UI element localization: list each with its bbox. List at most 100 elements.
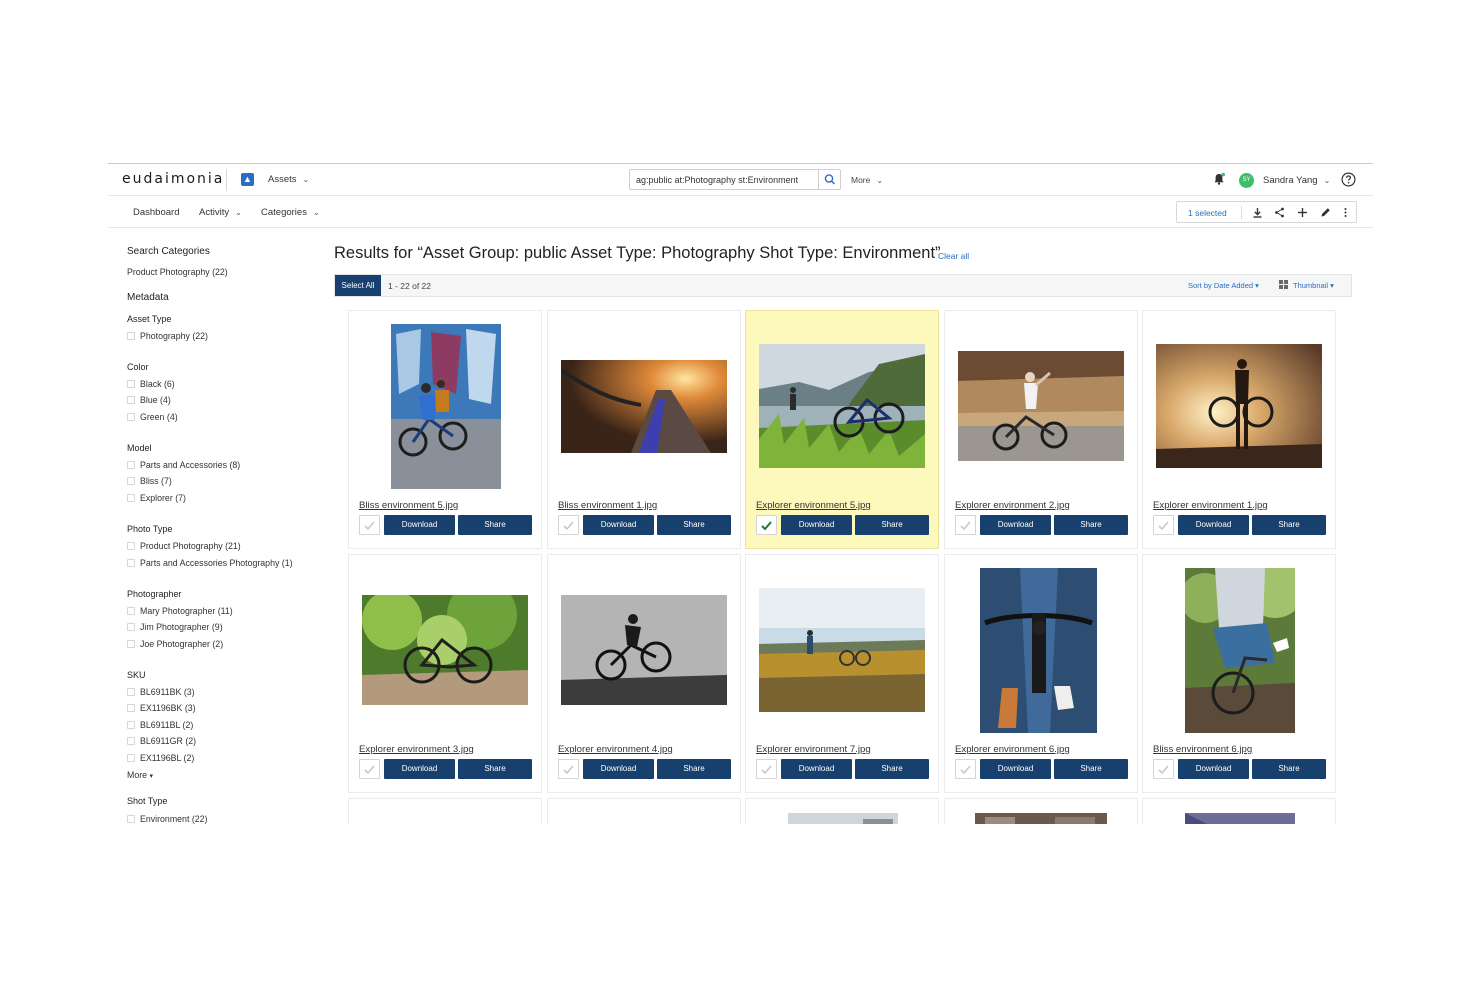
share-button[interactable]: Share [855,515,929,535]
asset-thumbnail[interactable] [1185,813,1295,824]
asset-select-checkbox[interactable] [558,759,579,779]
select-all-button[interactable]: Select All [335,275,381,296]
asset-card-selected[interactable]: Explorer environment 5.jpg Download Shar… [745,310,939,549]
asset-card[interactable]: Explorer environment 3.jpg Download Shar… [348,554,542,793]
download-button[interactable]: Download [583,759,654,779]
asset-thumbnail[interactable] [362,595,528,705]
asset-filename[interactable]: Explorer environment 7.jpg [756,744,871,755]
search-button[interactable] [818,170,840,189]
asset-thumbnail[interactable] [980,568,1097,733]
share-button[interactable]: Share [657,759,731,779]
view-dropdown[interactable]: Thumbnail ▾ [1279,280,1334,290]
download-icon[interactable] [1251,206,1264,219]
filter-checkbox[interactable] [127,542,135,550]
asset-filename[interactable]: Explorer environment 1.jpg [1153,500,1268,511]
asset-card[interactable]: Bliss environment 5.jpg Download Share [348,310,542,549]
add-icon[interactable] [1296,206,1309,219]
filter-checkbox[interactable] [127,607,135,615]
filter-option[interactable]: Explorer (7) [127,493,186,503]
asset-select-checkbox[interactable] [359,759,380,779]
assets-app-icon[interactable]: ▲ [241,173,254,186]
asset-filename[interactable]: Bliss environment 6.jpg [1153,744,1252,755]
filter-checkbox[interactable] [127,704,135,712]
asset-thumbnail[interactable] [561,595,727,705]
asset-select-checkbox[interactable] [1153,759,1174,779]
asset-filename[interactable]: Explorer environment 4.jpg [558,744,673,755]
filter-option[interactable]: Parts and Accessories Photography (1) [127,558,293,568]
filter-checkbox[interactable] [127,721,135,729]
download-button[interactable]: Download [583,515,654,535]
asset-select-checkbox[interactable] [955,515,976,535]
filter-option[interactable]: Jim Photographer (9) [127,622,223,632]
asset-thumbnail[interactable] [759,588,925,712]
filter-option[interactable]: Mary Photographer (11) [127,606,233,616]
asset-filename[interactable]: Bliss environment 5.jpg [359,500,458,511]
share-button[interactable]: Share [855,759,929,779]
filter-checkbox[interactable] [127,815,135,823]
filter-option[interactable]: Joe Photographer (2) [127,639,223,649]
share-button[interactable]: Share [1054,515,1128,535]
filter-checkbox[interactable] [127,688,135,696]
nav-dashboard[interactable]: Dashboard [133,207,179,218]
asset-filename[interactable]: Explorer environment 3.jpg [359,744,474,755]
filter-checkbox[interactable] [127,640,135,648]
download-button[interactable]: Download [980,759,1051,779]
sort-dropdown[interactable]: Sort by Date Added ▾ [1188,281,1259,290]
share-button[interactable]: Share [1054,759,1128,779]
share-button[interactable]: Share [657,515,731,535]
asset-filename[interactable]: Bliss environment 1.jpg [558,500,657,511]
asset-select-checkbox[interactable] [955,759,976,779]
filter-checkbox[interactable] [127,754,135,762]
asset-card[interactable]: Explorer environment 4.jpg Download Shar… [547,554,741,793]
asset-card[interactable]: Explorer environment 6.jpg Download Shar… [944,554,1138,793]
asset-card[interactable] [348,798,542,824]
assets-menu[interactable]: Assets ⌄ [268,174,309,185]
asset-filename[interactable]: Explorer environment 2.jpg [955,500,1070,511]
asset-thumbnail[interactable] [561,360,727,453]
download-button[interactable]: Download [1178,515,1249,535]
asset-thumbnail[interactable] [759,344,925,468]
asset-thumbnail[interactable] [975,813,1107,824]
asset-thumbnail[interactable] [1185,568,1295,733]
filter-option[interactable]: Product Photography (21) [127,541,241,551]
brand-logo[interactable]: eudaimonia [122,171,224,187]
asset-select-checkbox[interactable] [1153,515,1174,535]
filter-option[interactable]: Photography (22) [127,331,208,341]
filter-checkbox[interactable] [127,396,135,404]
asset-select-checkbox[interactable] [756,759,777,779]
filter-checkbox[interactable] [127,332,135,340]
asset-card[interactable]: Bliss environment 6.jpg Download Share [1142,554,1336,793]
filter-checkbox[interactable] [127,477,135,485]
asset-card[interactable] [1142,798,1336,824]
asset-filename[interactable]: Explorer environment 5.jpg [756,500,871,511]
filter-checkbox[interactable] [127,737,135,745]
share-icon[interactable] [1273,206,1286,219]
help-icon[interactable] [1341,172,1356,187]
download-button[interactable]: Download [1178,759,1249,779]
clear-all-link[interactable]: Clear all [938,251,969,261]
filter-option[interactable]: EX1196BL (2) [127,753,194,763]
asset-thumbnail[interactable] [958,351,1124,461]
asset-card[interactable] [547,798,741,824]
category-product-photography[interactable]: Product Photography (22) [127,267,228,277]
asset-filename[interactable]: Explorer environment 6.jpg [955,744,1070,755]
filter-option[interactable]: Blue (4) [127,395,171,405]
asset-card[interactable] [745,798,939,824]
nav-activity[interactable]: Activity ⌄ [199,207,242,218]
filter-option[interactable]: EX1196BK (3) [127,703,196,713]
search-input[interactable] [630,170,815,190]
asset-select-checkbox[interactable] [558,515,579,535]
edit-pencil-icon[interactable] [1319,206,1332,219]
more-vertical-icon[interactable] [1339,206,1352,219]
filter-option[interactable]: Parts and Accessories (8) [127,460,240,470]
asset-card[interactable]: Explorer environment 2.jpg Download Shar… [944,310,1138,549]
selected-count[interactable]: 1 selected [1188,208,1227,218]
filter-option[interactable]: BL6911GR (2) [127,736,196,746]
asset-card[interactable] [944,798,1138,824]
share-button[interactable]: Share [458,759,532,779]
asset-select-checkbox[interactable] [359,515,380,535]
filter-option[interactable]: BL6911BL (2) [127,720,193,730]
share-button[interactable]: Share [1252,759,1326,779]
asset-card[interactable]: Explorer environment 7.jpg Download Shar… [745,554,939,793]
asset-card[interactable]: Bliss environment 1.jpg Download Share [547,310,741,549]
